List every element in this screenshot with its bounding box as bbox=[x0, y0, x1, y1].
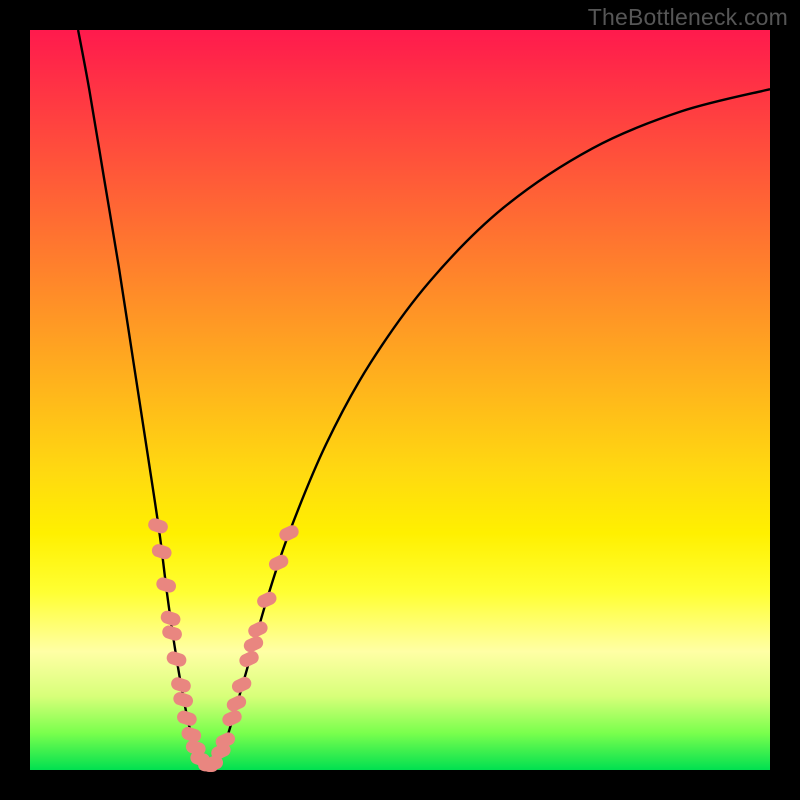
data-marker bbox=[155, 576, 178, 595]
watermark-text: TheBottleneck.com bbox=[588, 4, 788, 31]
data-marker bbox=[159, 609, 182, 628]
data-markers bbox=[147, 517, 301, 773]
data-marker bbox=[165, 650, 188, 669]
data-marker bbox=[230, 675, 254, 695]
data-marker bbox=[267, 553, 291, 573]
plot-area bbox=[30, 30, 770, 770]
chart-frame: TheBottleneck.com bbox=[0, 0, 800, 800]
data-marker bbox=[255, 590, 279, 610]
data-marker bbox=[277, 523, 301, 543]
data-marker bbox=[175, 709, 198, 728]
curve-layer bbox=[30, 30, 770, 770]
data-marker bbox=[169, 676, 192, 695]
data-marker bbox=[172, 690, 195, 709]
data-marker bbox=[246, 619, 270, 639]
data-marker bbox=[225, 693, 249, 713]
data-marker bbox=[161, 624, 184, 643]
data-marker bbox=[147, 517, 170, 536]
data-marker bbox=[150, 542, 173, 561]
